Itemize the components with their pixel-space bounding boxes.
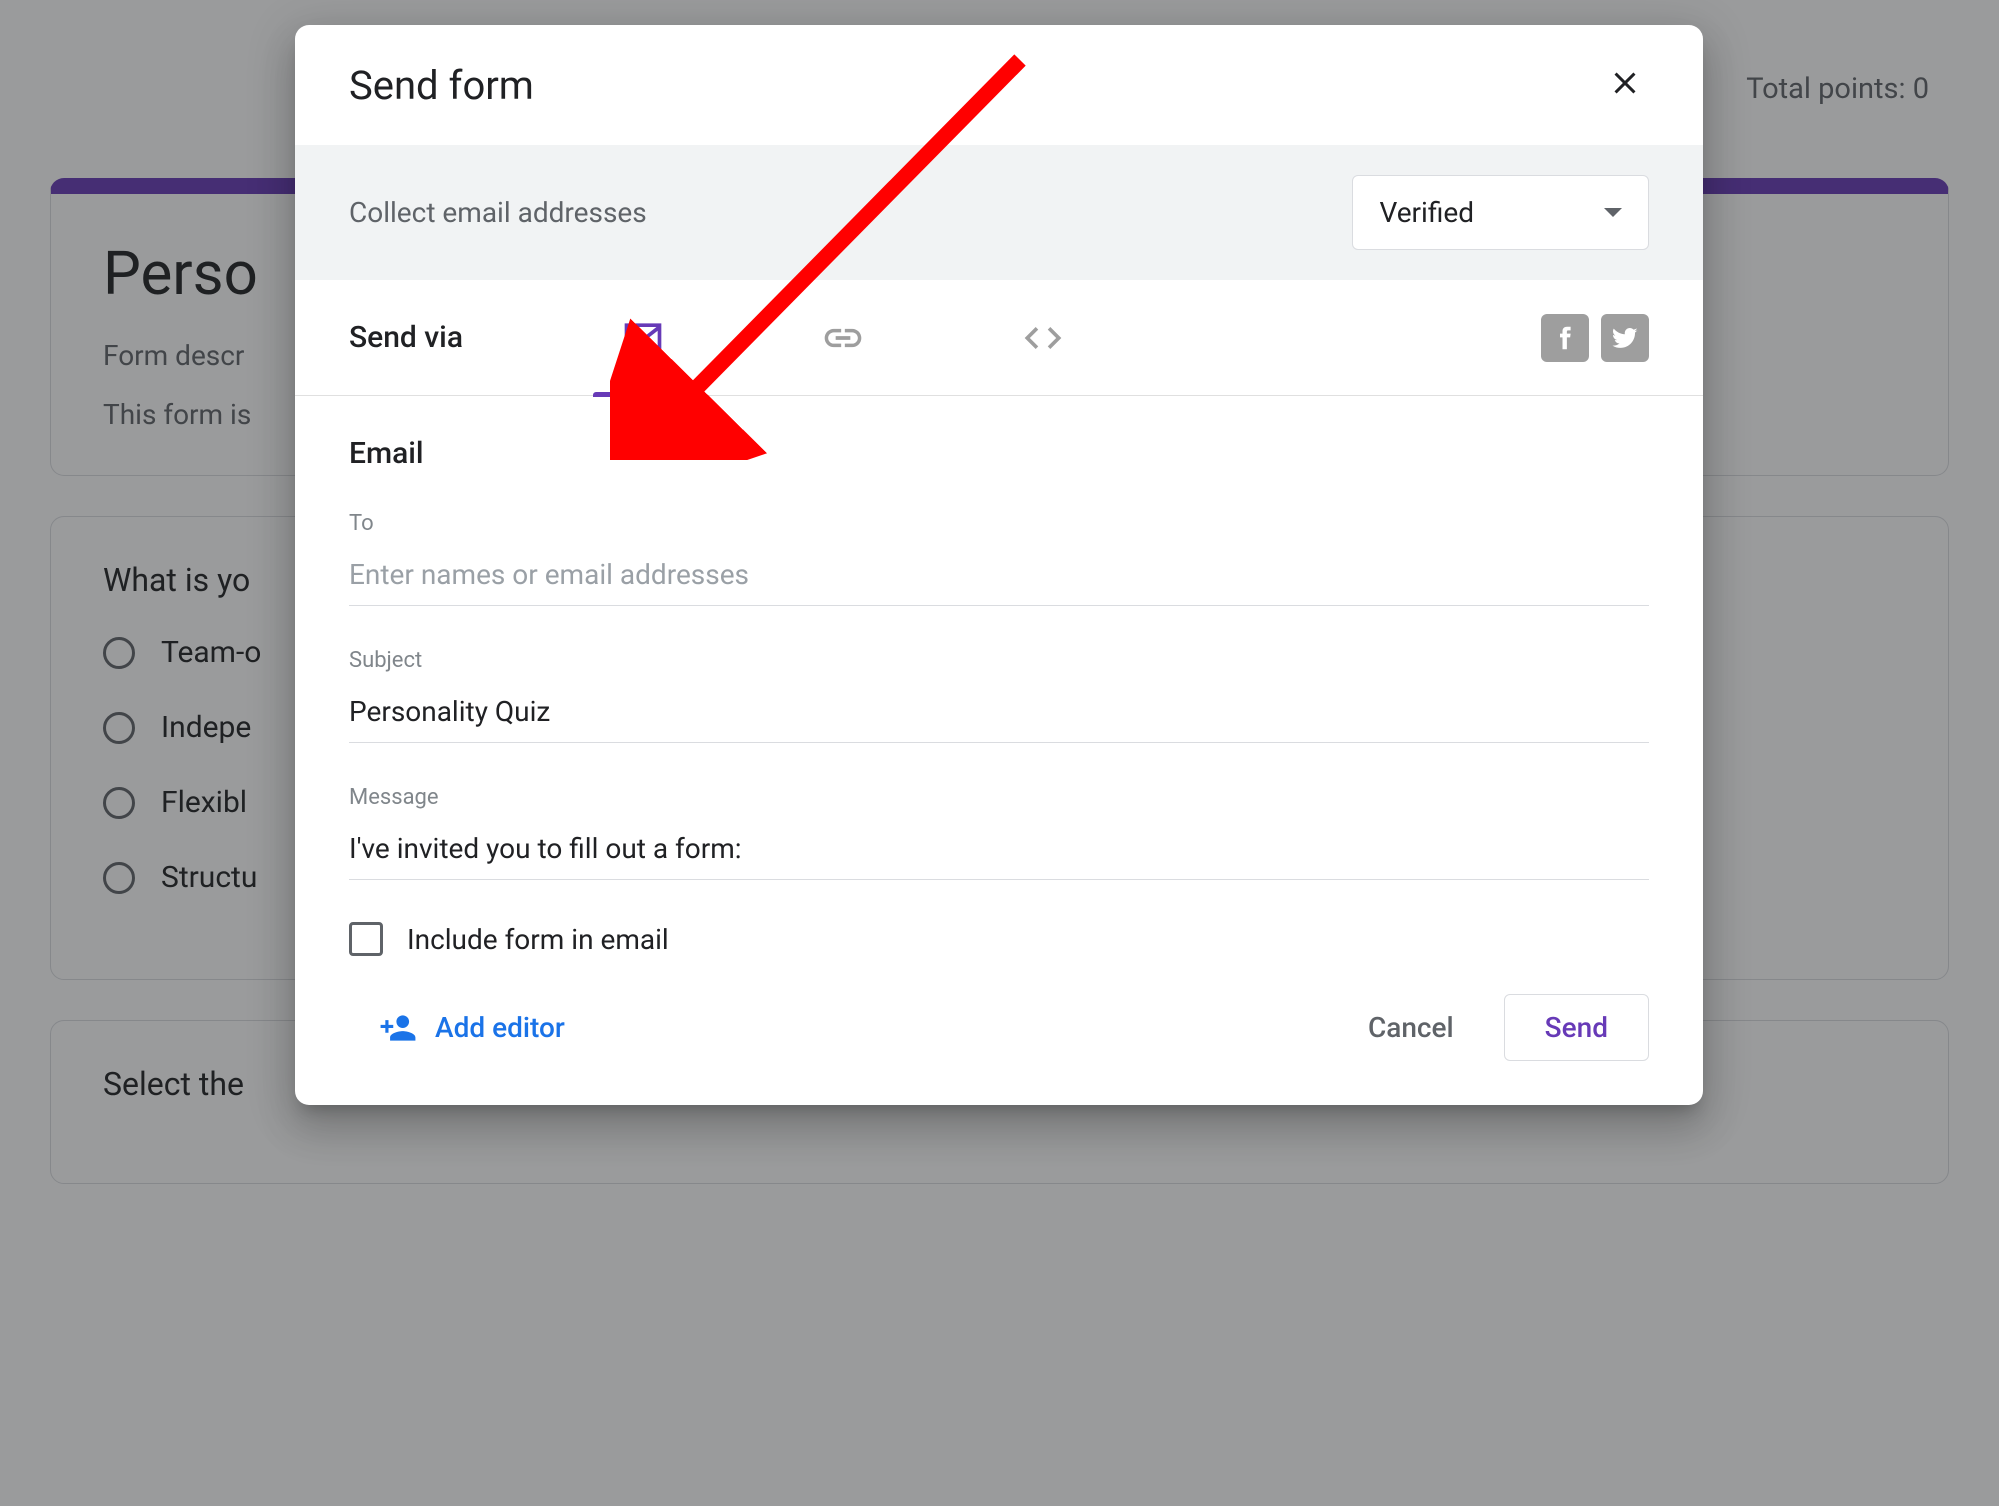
message-field: Message <box>349 785 1649 880</box>
person-add-icon <box>379 1009 417 1047</box>
send-form-modal: Send form Collect email addresses Verifi… <box>295 25 1703 1105</box>
to-label: To <box>349 511 1649 536</box>
chevron-down-icon <box>1604 208 1622 217</box>
message-label: Message <box>349 785 1649 810</box>
include-form-label: Include form in email <box>407 923 669 956</box>
share-facebook-button[interactable] <box>1541 314 1589 362</box>
to-field: To <box>349 511 1649 606</box>
send-via-tabs <box>543 280 1143 396</box>
message-input[interactable] <box>349 824 1649 880</box>
subject-label: Subject <box>349 648 1649 673</box>
send-via-row: Send via <box>295 280 1703 396</box>
email-section-title: Email <box>349 436 1649 471</box>
tab-link[interactable] <box>743 280 943 396</box>
send-via-label: Send via <box>349 320 463 355</box>
checkbox-icon <box>349 922 383 956</box>
cancel-button[interactable]: Cancel <box>1342 997 1480 1058</box>
subject-input[interactable] <box>349 687 1649 743</box>
link-icon <box>821 316 865 360</box>
email-icon <box>621 316 665 360</box>
add-editor-label: Add editor <box>435 1011 565 1044</box>
close-button[interactable] <box>1601 59 1649 111</box>
close-icon <box>1607 65 1643 101</box>
facebook-icon <box>1550 323 1580 353</box>
add-editor-button[interactable]: Add editor <box>379 1009 565 1047</box>
to-input[interactable] <box>349 550 1649 606</box>
collect-email-select[interactable]: Verified <box>1352 175 1649 250</box>
include-form-row[interactable]: Include form in email <box>349 922 1649 956</box>
modal-actions: Add editor Cancel Send <box>295 966 1703 1105</box>
email-tab-body: Email To Subject Message Include form in… <box>295 396 1703 966</box>
collect-email-row: Collect email addresses Verified <box>295 145 1703 280</box>
tab-embed[interactable] <box>943 280 1143 396</box>
select-value: Verified <box>1379 196 1474 229</box>
twitter-icon <box>1610 323 1640 353</box>
modal-title: Send form <box>349 62 534 109</box>
share-twitter-button[interactable] <box>1601 314 1649 362</box>
embed-icon <box>1021 316 1065 360</box>
modal-header: Send form <box>295 25 1703 145</box>
tab-email[interactable] <box>543 280 743 396</box>
social-share <box>1541 314 1649 362</box>
collect-email-label: Collect email addresses <box>349 196 647 229</box>
send-button[interactable]: Send <box>1504 994 1649 1061</box>
subject-field: Subject <box>349 648 1649 743</box>
